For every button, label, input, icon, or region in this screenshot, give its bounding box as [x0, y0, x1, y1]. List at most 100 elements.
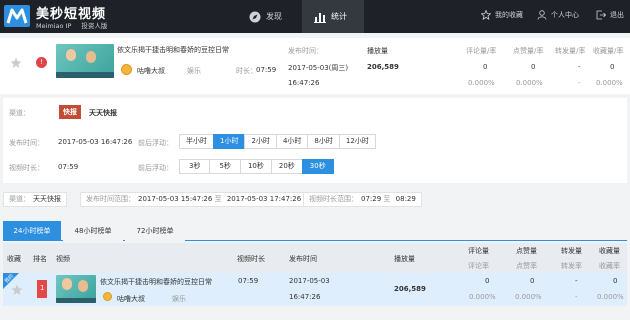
- row-favs: 0: [613, 277, 618, 285]
- tab-24h[interactable]: 24小时榜单: [3, 221, 61, 241]
- compass-icon: [249, 11, 261, 22]
- row-duration: 07:59: [238, 277, 259, 285]
- author-name[interactable]: 咕噜大叔: [137, 66, 165, 76]
- metric-label: 点赞量/率: [513, 47, 544, 55]
- plays-label: 播放量: [367, 47, 388, 55]
- pubtime-value: 2017-05-03 16:47:26: [58, 138, 133, 146]
- logout-icon: [596, 10, 606, 20]
- metric-rate: 0.000%: [516, 79, 543, 87]
- my-favorites-link[interactable]: 我的收藏: [481, 10, 523, 20]
- filter-card: 渠道： 快报 天天快报 发布时间： 2017-05-03 16:47:26 前后…: [3, 98, 627, 183]
- dur-float-option[interactable]: 10秒: [239, 159, 272, 174]
- pub-float-option[interactable]: 4小时: [275, 134, 309, 149]
- pub-float-option-selected[interactable]: 1小时: [213, 134, 246, 149]
- bar-chart-icon: [314, 12, 326, 23]
- dur-float-selector: 3秒 5秒 10秒 20秒 30秒: [179, 159, 334, 174]
- row-favs-rate: 0.000%: [597, 293, 624, 301]
- row-author-avatar: [103, 292, 112, 301]
- metric-label: 收藏量/率: [593, 47, 624, 55]
- favorite-star-icon[interactable]: [10, 57, 22, 69]
- dur-float-option[interactable]: 3秒: [179, 159, 211, 174]
- top-navigation-bar: 美秒短视频 Meimiao IP 投资人版 发现 统计 我的收藏 个人中心 退出: [0, 0, 630, 33]
- col-plays: 播放量: [394, 255, 415, 263]
- col-favs: 收藏量: [599, 247, 620, 255]
- dur-float-option[interactable]: 5秒: [209, 159, 241, 174]
- col-shares: 转发量: [561, 247, 582, 255]
- video-thumbnail[interactable]: [56, 44, 114, 78]
- tab-48h[interactable]: 48小时榜单: [63, 221, 123, 241]
- row-likes: 0: [530, 277, 535, 285]
- metric-value: 0: [531, 63, 536, 71]
- col-publish: 发布时间: [289, 255, 317, 263]
- logout-link[interactable]: 退出: [596, 10, 624, 20]
- duration-label: 时长：: [236, 67, 257, 75]
- metric-rate: 0.000%: [596, 79, 623, 87]
- duration-value: 07:59: [256, 66, 277, 74]
- row-video-title[interactable]: 依文乐揭干捷击明和春娇的豆控日常: [100, 277, 212, 287]
- warning-badge: !: [36, 57, 47, 68]
- row-category: 娱乐: [172, 295, 186, 303]
- summary-duration-tag: 视频时长范围： 07:29 至 08:29: [303, 192, 422, 207]
- metric-label: 评论量/率: [466, 47, 497, 55]
- publish-label: 发布时间：: [288, 47, 323, 55]
- pub-float-label: 前后浮动：: [138, 139, 173, 147]
- app-subtitle: Meimiao IP 投资人版: [36, 22, 108, 30]
- col-comments: 评论量: [468, 247, 489, 255]
- metric-value: -: [578, 63, 581, 71]
- plays-value: 206,589: [367, 63, 399, 71]
- rank-number: 1: [40, 284, 45, 292]
- nav-tab-statistics[interactable]: 统计: [302, 0, 364, 33]
- col-rank: 排名: [33, 255, 47, 263]
- row-shares-rate: -: [575, 293, 578, 301]
- favorite-star-icon[interactable]: [11, 284, 23, 296]
- channel-name: 天天快报: [89, 109, 117, 117]
- star-outline-icon: [481, 10, 491, 20]
- duration-filter-label: 视频时长：: [9, 164, 44, 172]
- channel-label: 渠道：: [9, 109, 30, 117]
- row-likes-rate: 0.000%: [515, 293, 542, 301]
- duration-filter-value: 07:59: [58, 163, 79, 171]
- col-duration: 视频时长: [237, 255, 265, 263]
- row-video-thumbnail[interactable]: [56, 275, 96, 303]
- category: 娱乐: [187, 67, 201, 75]
- col-fav: 收藏: [7, 255, 21, 263]
- user-icon: [537, 10, 547, 20]
- author-avatar: [121, 64, 132, 75]
- metric-value: 0: [483, 63, 488, 71]
- col-likes: 点赞量: [516, 247, 537, 255]
- row-publish-date: 2017-05-03: [289, 277, 330, 285]
- meimiao-logo-icon: [4, 5, 30, 27]
- video-summary-card: ! 依文乐揭干捷击明和春娇的豆控日常 咕噜大叔 娱乐 时长： 07:59 发布时…: [0, 38, 630, 94]
- pub-float-option[interactable]: 2小时: [244, 134, 277, 149]
- tab-72h[interactable]: 72小时榜单: [125, 221, 185, 241]
- pub-float-option[interactable]: 半小时: [179, 134, 214, 149]
- col-likes-rate: 点赞率: [516, 262, 537, 270]
- publish-time: 16:47:26: [288, 79, 320, 87]
- pubtime-label: 发布时间：: [9, 139, 44, 147]
- col-favs-rate: 收藏率: [599, 262, 620, 270]
- dur-float-option-selected[interactable]: 30秒: [301, 159, 334, 174]
- profile-link[interactable]: 个人中心: [537, 10, 579, 20]
- metric-rate: -: [578, 79, 581, 87]
- kuaibao-logo-icon: 快报: [59, 105, 81, 119]
- col-comments-rate: 评论率: [468, 262, 489, 270]
- row-author-name[interactable]: 咕噜大叔: [117, 294, 145, 304]
- row-publish-time: 16:47:26: [289, 293, 321, 301]
- row-shares: -: [575, 277, 578, 285]
- video-title[interactable]: 依文乐揭干捷击明和春娇的豆控日常: [117, 45, 229, 55]
- col-video: 视频: [56, 255, 70, 263]
- summary-range-tag: 发布时间范围： 2017-05-03 15:47:26 至 2017-05-03 …: [80, 192, 308, 207]
- pub-float-option[interactable]: 8小时: [307, 134, 340, 149]
- publish-date: 2017-05-03(周三): [288, 64, 349, 72]
- row-comments: 0: [485, 277, 490, 285]
- metric-label: 转发量/率: [555, 47, 586, 55]
- nav-tab-discover[interactable]: 发现: [237, 0, 294, 33]
- row-comments-rate: 0.000%: [469, 293, 496, 301]
- col-shares-rate: 转发率: [561, 262, 582, 270]
- pub-float-option[interactable]: 12小时: [338, 134, 376, 149]
- dur-float-label: 前后浮动：: [138, 164, 173, 172]
- metric-value: 0: [610, 63, 615, 71]
- dur-float-option[interactable]: 20秒: [270, 159, 303, 174]
- summary-channel-tag: 渠道： 天天快报: [3, 192, 67, 207]
- pub-float-selector: 半小时 1小时 2小时 4小时 8小时 12小时: [179, 134, 376, 149]
